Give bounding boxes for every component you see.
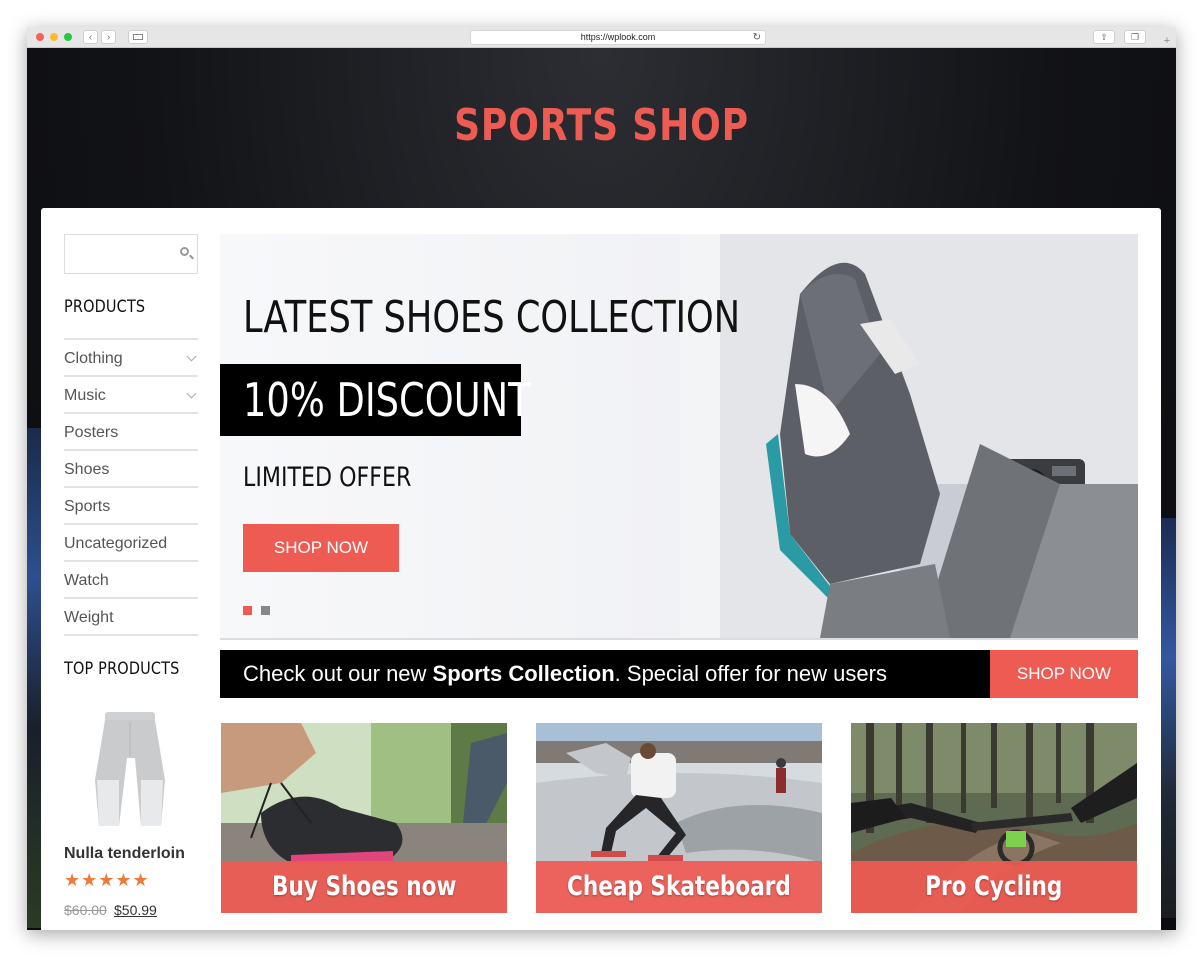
category-list: Clothing Music Posters Shoes Sports Uncategor… (64, 338, 198, 636)
search-icon[interactable] (180, 247, 189, 256)
category-item-weight[interactable]: Weight (64, 599, 198, 636)
discount-banner: 10% DISCOUNT (220, 364, 531, 436)
category-item-shoes[interactable]: Shoes (64, 451, 198, 488)
promo-text-start: Check out our new (243, 661, 433, 686)
category-label: Music (64, 387, 106, 404)
top-product-name[interactable]: Nulla tenderloin (64, 845, 185, 863)
sidebar-toggle-icon[interactable] (128, 30, 148, 44)
hero-title: LATEST SHOES COLLECTION (243, 292, 741, 343)
category-item-clothing[interactable]: Clothing (64, 340, 198, 377)
slider-dot-active[interactable] (243, 606, 252, 615)
promo-text-end: . Special offer for new users (614, 661, 887, 686)
products-widget-title: PRODUCTS (64, 297, 146, 317)
new-tab-icon[interactable]: + (1160, 35, 1174, 47)
category-label: Clothing (64, 350, 123, 367)
close-window-button[interactable] (36, 33, 44, 41)
forward-arrow-icon[interactable]: › (101, 30, 116, 44)
browser-window: ‹ › https://wplook.com ↻ ⇧ ❐ + SPORTS SH… (27, 27, 1176, 930)
slider-dot[interactable] (261, 606, 270, 615)
card-label: Pro Cycling (851, 861, 1137, 913)
card-label: Buy Shoes now (221, 861, 507, 913)
browser-toolbar: ‹ › https://wplook.com ↻ ⇧ ❐ + (27, 27, 1176, 48)
main-content: PRODUCTS Clothing Music Posters Shoes Sports… (41, 208, 1161, 930)
reload-icon[interactable]: ↻ (753, 31, 761, 44)
promo-text-highlight: Sports Collection (432, 661, 615, 686)
category-item-posters[interactable]: Posters (64, 414, 198, 451)
chevron-down-icon[interactable] (186, 351, 197, 362)
category-label: Weight (64, 609, 114, 626)
zoom-window-button[interactable] (64, 33, 72, 41)
category-item-music[interactable]: Music (64, 377, 198, 414)
category-label: Watch (64, 572, 109, 589)
product-image-pants[interactable] (75, 710, 185, 828)
category-item-sports[interactable]: Sports (64, 488, 198, 525)
category-item-uncategorized[interactable]: Uncategorized (64, 525, 198, 562)
web-page: SPORTS SHOP PRODUCTS Clothing Music Poster… (27, 48, 1176, 930)
tabs-overview-icon[interactable]: ❐ (1124, 30, 1146, 44)
hero-shop-now-button[interactable]: SHOP NOW (243, 524, 399, 572)
card-label-text: Cheap Skateboard (567, 871, 791, 902)
category-item-watch[interactable]: Watch (64, 562, 198, 599)
site-title[interactable]: SPORTS SHOP (130, 100, 1072, 151)
category-label: Posters (64, 424, 119, 441)
old-price: $60.00 (64, 902, 107, 918)
card-label-text: Buy Shoes now (271, 871, 457, 902)
category-label: Sports (64, 498, 111, 515)
card-buy-shoes[interactable]: Buy Shoes now (221, 723, 507, 913)
chevron-down-icon[interactable] (186, 388, 197, 399)
category-label: Uncategorized (64, 535, 168, 552)
promo-text: Check out our new Sports Collection. Spe… (243, 650, 887, 698)
rating-stars-icon: ★★★★★ (64, 870, 150, 890)
top-products-widget-title: TOP PRODUCTS (64, 659, 180, 679)
address-bar[interactable]: https://wplook.com ↻ (470, 30, 766, 45)
category-label: Shoes (64, 461, 110, 478)
search-input[interactable] (64, 234, 198, 274)
card-pro-cycling[interactable]: Pro Cycling (851, 723, 1137, 913)
card-label-text: Pro Cycling (925, 871, 1063, 902)
sale-price: $50.99 (114, 902, 157, 918)
hero-shoe-image (680, 234, 1138, 638)
discount-text: 10% DISCOUNT (243, 373, 531, 427)
card-label: Cheap Skateboard (536, 861, 822, 913)
back-arrow-icon[interactable]: ‹ (83, 30, 98, 44)
promo-shop-now-button[interactable]: SHOP NOW (990, 650, 1138, 698)
minimize-window-button[interactable] (50, 33, 58, 41)
offer-subtitle: LIMITED OFFER (243, 462, 412, 493)
share-icon[interactable]: ⇧ (1093, 30, 1115, 44)
hero-slider: LATEST SHOES COLLECTION 10% DISCOUNT LIM… (220, 234, 1138, 640)
promo-bar: Check out our new Sports Collection. Spe… (220, 650, 1138, 698)
url-text: https://wplook.com (580, 32, 656, 42)
card-cheap-skateboard[interactable]: Cheap Skateboard (536, 723, 822, 913)
